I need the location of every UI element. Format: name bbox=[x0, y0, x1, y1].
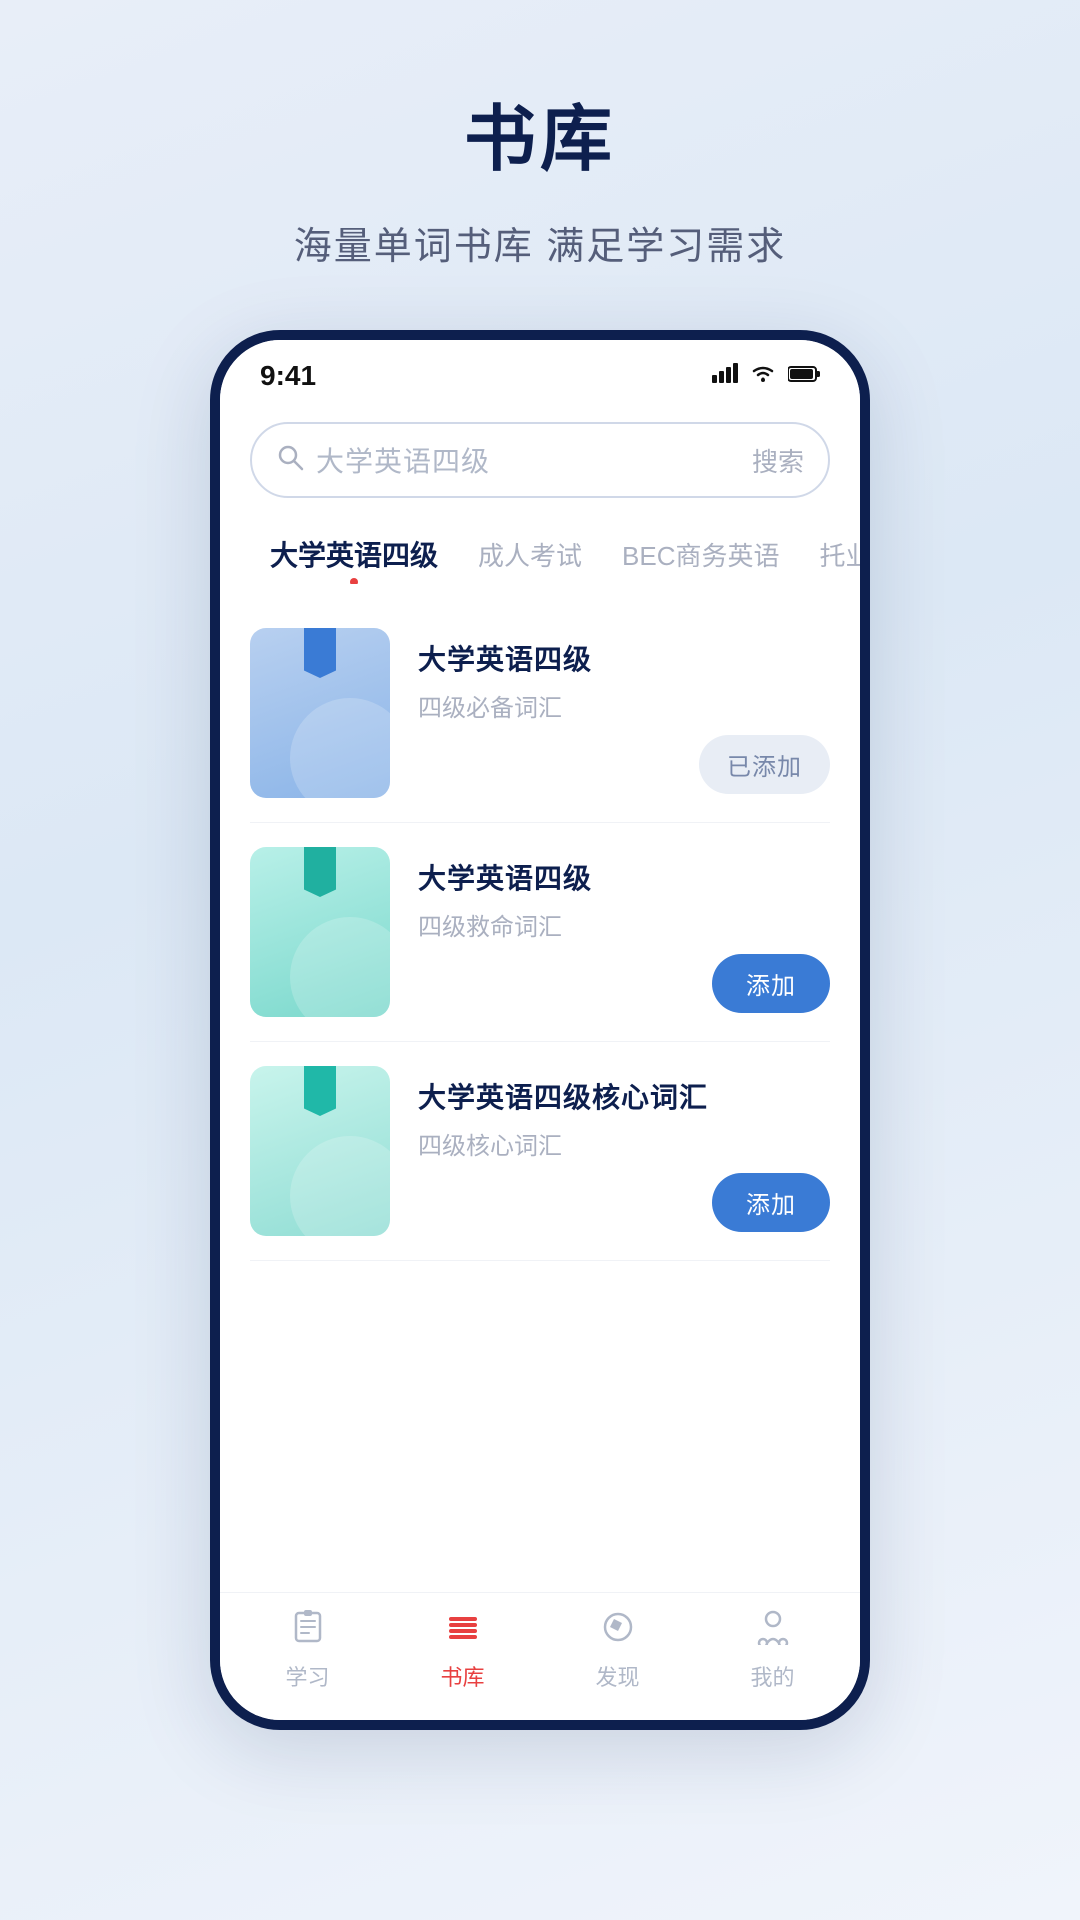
nav-label-discover: 发现 bbox=[595, 1660, 639, 1692]
cover-decoration bbox=[290, 917, 390, 1017]
battery-icon bbox=[788, 363, 820, 389]
nav-item-study[interactable]: 学习 bbox=[258, 1609, 358, 1692]
search-button[interactable]: 搜索 bbox=[752, 442, 804, 479]
search-bar-container: 大学英语四级 搜索 bbox=[220, 402, 860, 508]
book-title-3: 大学英语四级核心词汇 bbox=[418, 1076, 830, 1116]
bottom-nav: 学习 书库 发现 bbox=[220, 1592, 860, 1720]
nav-label-library: 书库 bbox=[440, 1660, 484, 1692]
search-placeholder: 大学英语四级 bbox=[316, 440, 740, 480]
book-info-2: 大学英语四级 四级救命词汇 bbox=[418, 847, 830, 942]
status-bar: 9:41 bbox=[220, 340, 860, 402]
bookmark-icon bbox=[304, 628, 336, 678]
book-action-3: 添加 bbox=[712, 1173, 830, 1232]
nav-item-library[interactable]: 书库 bbox=[413, 1609, 513, 1692]
cat-tab-toefl[interactable]: 托业考试4 bbox=[800, 526, 861, 583]
book-cover-2 bbox=[250, 847, 390, 1017]
book-info-1: 大学英语四级 四级必备词汇 bbox=[418, 628, 830, 723]
library-icon bbox=[445, 1609, 481, 1654]
status-time: 9:41 bbox=[260, 360, 316, 392]
added-button-1[interactable]: 已添加 bbox=[699, 735, 830, 794]
book-item-2: 大学英语四级 四级救命词汇 添加 bbox=[250, 823, 830, 1042]
book-action-1: 已添加 bbox=[699, 735, 830, 794]
book-action-2: 添加 bbox=[712, 954, 830, 1013]
page-title: 书库 bbox=[464, 80, 616, 185]
cover-decoration bbox=[290, 698, 390, 798]
add-button-2[interactable]: 添加 bbox=[712, 954, 830, 1013]
cat-tab-adult[interactable]: 成人考试 bbox=[458, 526, 602, 583]
nav-item-discover[interactable]: 发现 bbox=[568, 1609, 668, 1692]
phone-frame: 9:41 bbox=[210, 330, 870, 1730]
wifi-icon bbox=[750, 363, 776, 389]
page-subtitle: 海量单词书库 满足学习需求 bbox=[294, 215, 787, 270]
discover-icon bbox=[600, 1609, 636, 1654]
book-title-1: 大学英语四级 bbox=[418, 638, 830, 678]
book-list: 大学英语四级 四级必备词汇 已添加 大学英语四级 四级救命词汇 添加 bbox=[220, 584, 860, 1592]
mine-icon bbox=[755, 1609, 791, 1654]
add-button-3[interactable]: 添加 bbox=[712, 1173, 830, 1232]
category-tabs: 大学英语四级 成人考试 BEC商务英语 托业考试4 bbox=[220, 508, 860, 584]
cat-tab-bec[interactable]: BEC商务英语 bbox=[602, 526, 799, 583]
book-cover-3 bbox=[250, 1066, 390, 1236]
book-desc-2: 四级救命词汇 bbox=[418, 907, 830, 942]
nav-label-mine: 我的 bbox=[750, 1660, 794, 1692]
book-item-1: 大学英语四级 四级必备词汇 已添加 bbox=[250, 604, 830, 823]
book-info-3: 大学英语四级核心词汇 四级核心词汇 bbox=[418, 1066, 830, 1161]
status-icons bbox=[712, 363, 820, 389]
bookmark-icon bbox=[304, 847, 336, 897]
search-icon bbox=[276, 443, 304, 478]
book-cover-1 bbox=[250, 628, 390, 798]
nav-label-study: 学习 bbox=[285, 1660, 329, 1692]
book-item-3: 大学英语四级核心词汇 四级核心词汇 添加 bbox=[250, 1042, 830, 1261]
book-title-2: 大学英语四级 bbox=[418, 857, 830, 897]
study-icon bbox=[290, 1609, 326, 1654]
nav-item-mine[interactable]: 我的 bbox=[723, 1609, 823, 1692]
bookmark-icon bbox=[304, 1066, 336, 1116]
cover-decoration bbox=[290, 1136, 390, 1236]
book-desc-1: 四级必备词汇 bbox=[418, 688, 830, 723]
cat-tab-cet4[interactable]: 大学英语四级 bbox=[250, 524, 458, 584]
signal-icon bbox=[712, 363, 738, 389]
book-desc-3: 四级核心词汇 bbox=[418, 1126, 830, 1161]
search-bar[interactable]: 大学英语四级 搜索 bbox=[250, 422, 830, 498]
